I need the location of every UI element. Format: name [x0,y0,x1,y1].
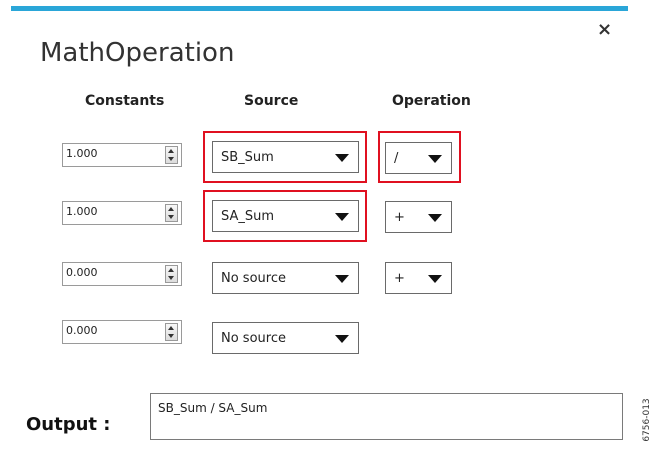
spinner-updown-icon[interactable] [165,265,178,283]
source-1-dropdown[interactable]: SB_Sum [212,141,359,173]
dialog-accent-bar [11,6,628,11]
constant-2-value: 1.000 [66,205,98,218]
operation-2-dropdown[interactable]: + [385,201,452,233]
spinner-updown-icon[interactable] [165,204,178,222]
constant-2-stepper[interactable]: 1.000 [62,201,182,225]
output-label: Output : [26,414,111,435]
output-value: SB_Sum / SA_Sum [158,401,268,415]
operation-3-value: + [394,271,405,286]
dialog-title: MathOperation [40,38,235,68]
source-3-dropdown[interactable]: No source [212,262,359,294]
output-field[interactable]: SB_Sum / SA_Sum [150,393,623,440]
constant-1-value: 1.000 [66,147,98,160]
figure-id: 6756-013 [640,395,654,445]
operation-2-value: + [394,210,405,225]
source-3-value: No source [221,271,286,286]
chevron-down-icon [335,335,349,343]
chevron-down-icon [335,213,349,221]
chevron-down-icon [335,275,349,283]
figure-id-text: 6756-013 [642,398,652,442]
chevron-down-icon [428,275,442,283]
source-4-value: No source [221,331,286,346]
source-1-value: SB_Sum [221,150,274,165]
source-4-dropdown[interactable]: No source [212,322,359,354]
constant-4-value: 0.000 [66,324,98,337]
close-icon[interactable]: × [597,19,612,40]
constant-1-stepper[interactable]: 1.000 [62,143,182,167]
constant-3-value: 0.000 [66,266,98,279]
source-2-dropdown[interactable]: SA_Sum [212,200,359,232]
source-2-value: SA_Sum [221,209,275,224]
constants-header: Constants [85,93,165,109]
chevron-down-icon [428,155,442,163]
operation-3-dropdown[interactable]: + [385,262,452,294]
operation-1-value: / [394,151,399,166]
constant-3-stepper[interactable]: 0.000 [62,262,182,286]
spinner-updown-icon[interactable] [165,323,178,341]
operation-1-dropdown[interactable]: / [385,142,452,174]
constant-4-stepper[interactable]: 0.000 [62,320,182,344]
spinner-updown-icon[interactable] [165,146,178,164]
operation-header: Operation [392,93,471,109]
source-header: Source [244,93,299,109]
chevron-down-icon [335,154,349,162]
chevron-down-icon [428,214,442,222]
